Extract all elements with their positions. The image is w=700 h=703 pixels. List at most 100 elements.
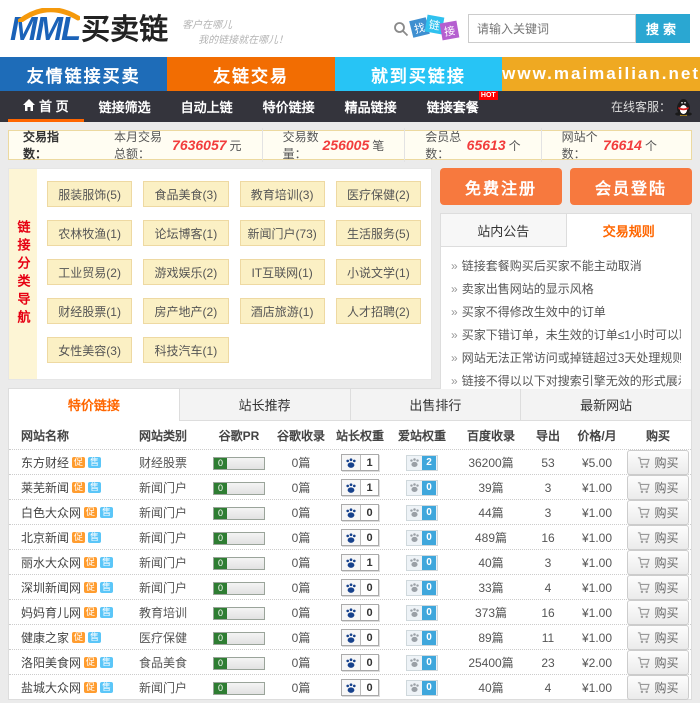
aizhan-weight-cell: 2 [391, 455, 453, 471]
webmaster-weight-cell: 0 [329, 629, 391, 646]
register-button[interactable]: 免费注册 [440, 168, 562, 205]
category-button[interactable]: 食品美食(3) [143, 181, 228, 207]
paw-icon [342, 680, 361, 695]
buy-button-label: 购买 [654, 479, 678, 496]
baidu-weight-badge: 0 [341, 579, 379, 596]
online-service[interactable]: 在线客服： [611, 91, 692, 122]
category-button[interactable]: 服装服饰(5) [47, 181, 132, 207]
category-button[interactable]: 小说文学(1) [336, 259, 421, 285]
rule-link[interactable]: »买家不得修改生效中的订单 [451, 301, 681, 324]
stat-site-count: 网站个数： 76614 个 [541, 128, 677, 162]
category-button[interactable]: 酒店旅游(1) [240, 298, 325, 324]
rule-link[interactable]: »链接套餐购买后买家不能主动取消 [451, 255, 681, 278]
cart-icon [637, 482, 650, 494]
site-name-link[interactable]: 盐城大众网 [21, 679, 81, 696]
webmaster-weight-cell: 0 [329, 654, 391, 671]
category-button[interactable]: 新闻门户(73) [240, 220, 325, 246]
category-button[interactable]: 房产地产(2) [143, 298, 228, 324]
google-index-cell: 0篇 [273, 454, 329, 471]
banner-seg-4[interactable]: www.maimailian.net [502, 57, 700, 91]
webmaster-weight-cell: 0 [329, 529, 391, 546]
buy-button[interactable]: 购买 [627, 475, 688, 500]
pagerank-bar: 0 [213, 482, 265, 495]
table-row: 丽水大众网 促 售 新闻门户 0 0篇 1 0 40篇 3 ¥1.00 [9, 549, 691, 574]
buy-button[interactable]: 购买 [627, 650, 688, 675]
rule-link[interactable]: »买家下错订单，未生效的订单≤1小时可以取消 [451, 324, 681, 347]
category-button[interactable]: 人才招聘(2) [336, 298, 421, 324]
tab-sales-ranking[interactable]: 出售排行 [350, 389, 521, 420]
baidu-weight-badge: 0 [341, 529, 379, 546]
tab-newest-sites[interactable]: 最新网站 [520, 389, 691, 420]
category-button[interactable]: 生活服务(5) [336, 220, 421, 246]
banner-seg-3[interactable]: 就到买链接 [335, 57, 502, 91]
banner-seg-2[interactable]: 友链交易 [167, 57, 334, 91]
buy-button[interactable]: 购买 [627, 550, 688, 575]
baidu-weight-badge: 1 [341, 479, 379, 496]
login-button[interactable]: 会员登陆 [570, 168, 692, 205]
category-button[interactable]: 游戏娱乐(2) [143, 259, 228, 285]
site-name-link[interactable]: 健康之家 [21, 629, 69, 646]
weight-value: 0 [422, 531, 436, 545]
rule-link[interactable]: »卖家出售网站的显示风格 [451, 278, 681, 301]
site-name-link[interactable]: 妈妈育儿网 [21, 604, 81, 621]
webmaster-weight-cell: 0 [329, 604, 391, 621]
tile-jie-icon: 接 [440, 20, 460, 40]
promo-badge: 促 [72, 482, 85, 493]
weight-value: 0 [422, 556, 436, 570]
nav-item-home[interactable]: 首 页 [8, 91, 84, 122]
buy-button[interactable]: 购买 [627, 600, 688, 625]
rule-link[interactable]: »网站无法正常访问或掉链超过3天处理规则 [451, 347, 681, 370]
nav-item-package[interactable]: 链接套餐 HOT [412, 91, 494, 122]
category-button[interactable]: 女性美容(3) [47, 337, 132, 363]
site-logo[interactable]: MML 买卖链 [10, 12, 168, 45]
buy-button[interactable]: 购买 [627, 625, 688, 650]
site-name-link[interactable]: 洛阳美食网 [21, 654, 81, 671]
site-name-link[interactable]: 丽水大众网 [21, 554, 81, 571]
aizhan-weight-badge: 0 [406, 480, 438, 496]
tab-site-announcements[interactable]: 站内公告 [441, 214, 567, 247]
category-button[interactable]: 医疗保健(2) [336, 181, 421, 207]
cart-icon [637, 557, 650, 569]
buy-button[interactable]: 购买 [627, 450, 688, 475]
nav-item-filter[interactable]: 链接筛选 [84, 91, 166, 122]
category-button[interactable]: 农林牧渔(1) [47, 220, 132, 246]
site-name-link[interactable]: 东方财经 [21, 454, 69, 471]
search-input[interactable] [468, 14, 636, 43]
google-pr-cell: 0 [205, 655, 273, 669]
aizhan-weight-badge: 0 [406, 630, 438, 646]
nav-item-autolink[interactable]: 自动上链 [166, 91, 248, 122]
banner-seg-1[interactable]: 友情链接买卖 [0, 57, 167, 91]
nav-item-premium[interactable]: 精品链接 [330, 91, 412, 122]
search-button[interactable]: 搜索 [636, 14, 690, 43]
cart-icon [637, 507, 650, 519]
tab-trade-rules[interactable]: 交易规则 [567, 214, 692, 247]
site-name-link[interactable]: 深圳新闻网 [21, 579, 81, 596]
site-name-link[interactable]: 白色大众网 [21, 504, 81, 521]
buy-button[interactable]: 购买 [627, 500, 688, 525]
tab-special-links[interactable]: 特价链接 [9, 389, 179, 421]
category-button[interactable]: 工业贸易(2) [47, 259, 132, 285]
tab-webmaster-picks[interactable]: 站长推荐 [179, 389, 350, 420]
sale-badge: 售 [88, 482, 101, 493]
cart-icon [637, 632, 650, 644]
outlinks-cell: 3 [529, 556, 567, 570]
site-name-link[interactable]: 北京新闻 [21, 529, 69, 546]
category-button[interactable]: 科技汽车(1) [143, 337, 228, 363]
site-name-link[interactable]: 莱芜新闻 [21, 479, 69, 496]
category-button[interactable]: 论坛博客(1) [143, 220, 228, 246]
paw-icon [407, 507, 422, 518]
buy-button[interactable]: 购买 [627, 675, 688, 700]
category-button[interactable]: 财经股票(1) [47, 298, 132, 324]
logo-swoosh-icon [18, 8, 80, 22]
category-button[interactable]: 教育培训(3) [240, 181, 325, 207]
nav-item-special[interactable]: 特价链接 [248, 91, 330, 122]
buy-button[interactable]: 购买 [627, 575, 688, 600]
baidu-index-cell: 89篇 [453, 629, 529, 646]
buy-button[interactable]: 购买 [627, 525, 688, 550]
col-site-name: 网站名称 [9, 427, 139, 444]
stat-trade-count: 交易数量： 256005 笔 [262, 128, 405, 162]
paw-icon [407, 532, 422, 543]
pagerank-bar: 0 [213, 532, 265, 545]
category-button[interactable]: IT互联网(1) [240, 259, 325, 285]
pagerank-value: 0 [214, 458, 227, 469]
